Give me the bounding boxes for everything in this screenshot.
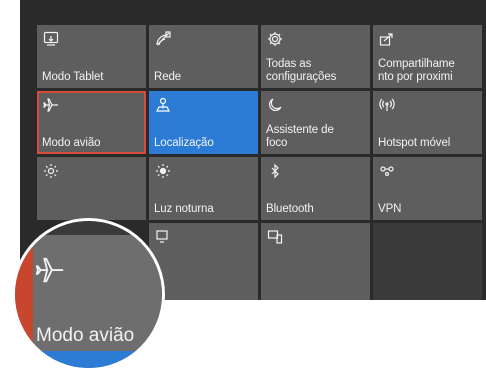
tile-location[interactable]: Localização: [149, 91, 258, 154]
night-light-icon: [155, 163, 171, 179]
tile-project[interactable]: [149, 223, 258, 300]
share-icon: [379, 31, 395, 47]
tablet-icon: [43, 31, 59, 47]
tile-night-light[interactable]: Luz noturna: [149, 157, 258, 220]
tile-label: Modo avião: [42, 137, 101, 149]
gear-icon: [267, 31, 283, 47]
tile-label: Localização: [154, 137, 214, 149]
location-icon: [155, 97, 171, 113]
tile-label: Compartilhame nto por proximi: [378, 58, 455, 83]
tile-vpn[interactable]: VPN: [373, 157, 482, 220]
network-icon: [155, 31, 171, 47]
tile-label: Bluetooth: [266, 203, 314, 215]
empty-tile: [373, 223, 482, 300]
brightness-icon: [43, 163, 59, 179]
airplane-icon: [35, 255, 65, 285]
tile-brightness[interactable]: [37, 157, 146, 220]
tile-label: Modo Tablet: [42, 71, 104, 83]
magnifier-lens: Modo avião: [15, 221, 162, 368]
vpn-icon: [379, 163, 395, 179]
magnifier-zoom: Modo avião: [12, 218, 165, 371]
tile-label: Hotspot móvel: [378, 137, 451, 149]
hotspot-icon: [379, 97, 395, 113]
tile-label: VPN: [378, 203, 402, 215]
magnified-label: Modo avião: [36, 325, 135, 346]
tile-nearby-sharing[interactable]: Compartilhame nto por proximi: [373, 25, 482, 88]
tile-airplane-mode[interactable]: Modo avião: [37, 91, 146, 154]
tile-label: Luz noturna: [154, 203, 214, 215]
magnifier-background: [15, 221, 162, 235]
tile-bluetooth[interactable]: Bluetooth: [261, 157, 370, 220]
tile-mobile-hotspot[interactable]: Hotspot móvel: [373, 91, 482, 154]
tile-label: Assistente de foco: [266, 124, 334, 149]
tile-all-settings[interactable]: Todas as configurações: [261, 25, 370, 88]
moon-icon: [267, 97, 283, 113]
bluetooth-icon: [267, 163, 283, 179]
tile-connect[interactable]: [261, 223, 370, 300]
airplane-icon: [43, 97, 59, 113]
tile-network[interactable]: Rede: [149, 25, 258, 88]
tile-label: Rede: [154, 71, 182, 83]
connect-icon: [267, 229, 283, 245]
tile-focus-assist[interactable]: Assistente de foco: [261, 91, 370, 154]
tile-label: Todas as configurações: [266, 58, 337, 83]
magnifier-background: [15, 221, 33, 368]
magnifier-background: [15, 351, 162, 368]
tile-tablet-mode[interactable]: Modo Tablet: [37, 25, 146, 88]
